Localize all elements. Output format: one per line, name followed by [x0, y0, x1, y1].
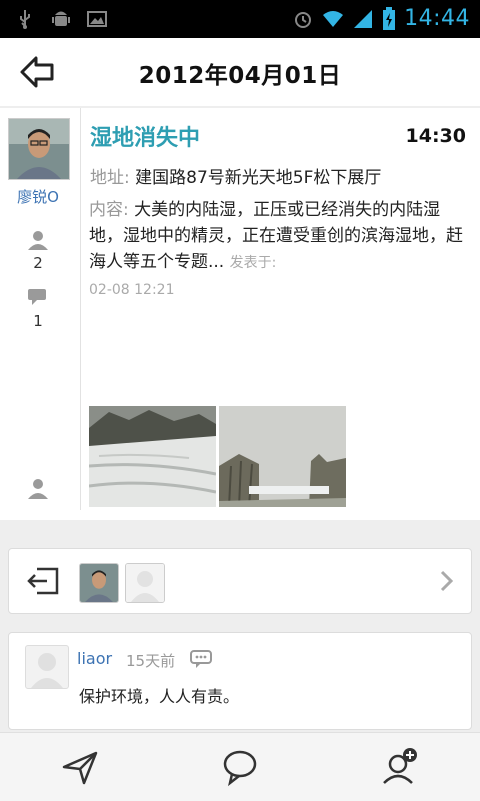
- comment-time: 15天前: [126, 652, 176, 670]
- participants-bar[interactable]: [8, 548, 472, 614]
- comment-button-icon[interactable]: [220, 747, 260, 787]
- add-participant-icon[interactable]: [380, 747, 420, 787]
- event-address: 地址: 建国路87号新光天地5F松下展厅: [90, 163, 381, 188]
- bottom-action-bar: [0, 732, 480, 801]
- address-label: 地址:: [90, 168, 130, 188]
- address-value: 建国路87号新光天地5F松下展厅: [135, 168, 382, 188]
- event-photo-2[interactable]: [219, 406, 346, 507]
- comment-icon: [28, 289, 46, 305]
- header-bar: 2012年04月01日: [0, 38, 480, 106]
- comment-text: 保护环境，人人有责。: [79, 687, 240, 706]
- content-label: 内容:: [89, 200, 129, 220]
- send-icon[interactable]: [60, 747, 100, 787]
- event-photo-1[interactable]: [89, 406, 216, 507]
- commenter-avatar[interactable]: [25, 645, 69, 689]
- clock: 14:44: [404, 6, 470, 31]
- chevron-right-icon[interactable]: [439, 569, 455, 593]
- profile-icon[interactable]: [26, 476, 50, 500]
- event-content: 内容: 大美的内陆湿，正压或已经消失的内陆湿地，湿地中的精灵，正在遭受重创的滨海…: [89, 197, 469, 303]
- reply-bubble-icon[interactable]: [189, 649, 213, 669]
- author-name[interactable]: 廖锐O: [0, 186, 76, 207]
- author-avatar[interactable]: [8, 118, 70, 180]
- participant-avatar-placeholder[interactable]: [125, 563, 165, 603]
- published-label: 发表于:: [229, 255, 277, 271]
- commenter-name[interactable]: liaor: [77, 649, 112, 668]
- signal-icon: [354, 9, 373, 28]
- comments-count: 1: [33, 312, 43, 330]
- author-sidebar: 廖锐O 2 1: [0, 108, 81, 510]
- picture-icon: [87, 11, 107, 27]
- participants-icon: [28, 231, 48, 250]
- join-icon[interactable]: [25, 565, 61, 597]
- event-time: 14:30: [405, 125, 466, 147]
- published-time: 02-08 12:21: [89, 282, 175, 298]
- alarm-icon: [295, 11, 312, 28]
- comment-item[interactable]: liaor 15天前 保护环境，人人有责。: [8, 632, 472, 730]
- usb-icon: [20, 10, 30, 29]
- event-title: 湿地消失中: [90, 126, 201, 151]
- status-bar: 14:44: [0, 0, 480, 38]
- android-debug-icon: [52, 11, 70, 26]
- event-card[interactable]: 廖锐O 2 1 湿地消失中 14:30 地址: 建国路87号新光天地5F松下展厅…: [0, 108, 480, 520]
- page-title: 2012年04月01日: [138, 63, 342, 89]
- battery-icon: [383, 6, 396, 30]
- wifi-icon: [323, 10, 344, 27]
- participant-avatar[interactable]: [79, 563, 119, 603]
- participants-count: 2: [33, 254, 43, 272]
